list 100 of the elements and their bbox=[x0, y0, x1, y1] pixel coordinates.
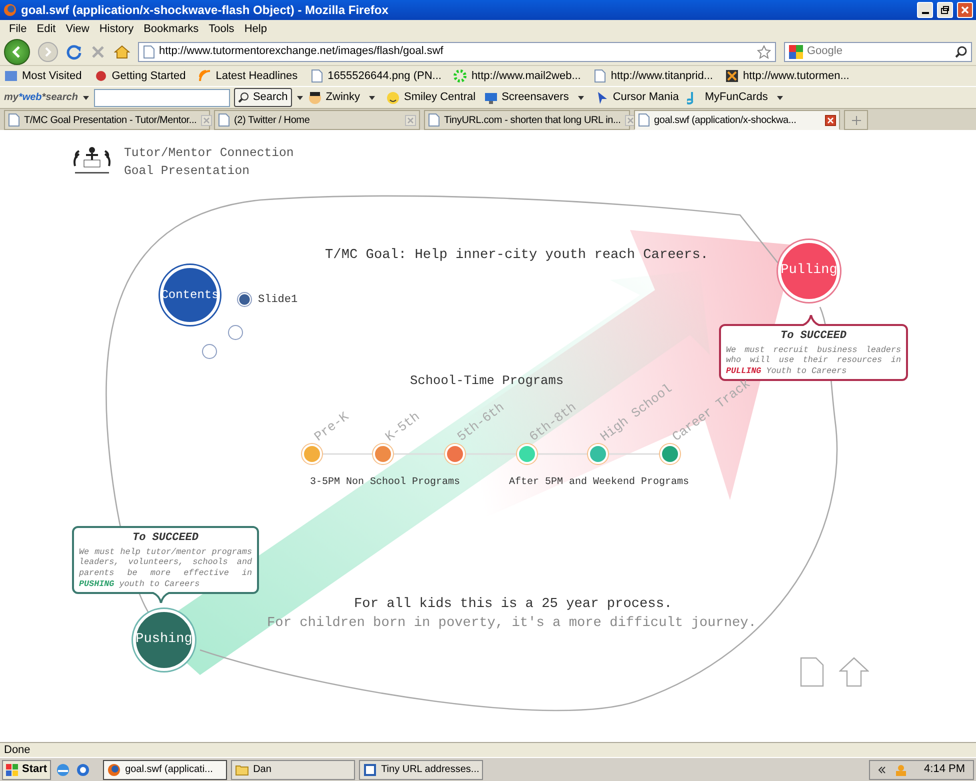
search-input[interactable] bbox=[94, 88, 230, 106]
maximize-button[interactable] bbox=[937, 2, 953, 18]
new-tab-button[interactable] bbox=[844, 110, 868, 130]
bookmark-link[interactable]: Getting Started bbox=[112, 68, 194, 84]
menu-item[interactable]: Tools bbox=[204, 20, 240, 38]
home-icon[interactable] bbox=[114, 44, 130, 60]
callout-title: To SUCCEED bbox=[779, 329, 848, 344]
footer-text: For all kids this is a 25 year process. bbox=[354, 596, 672, 614]
toolbar-link[interactable]: MyFunCards bbox=[704, 89, 768, 106]
status-text: Done bbox=[4, 742, 30, 758]
windows-logo-icon bbox=[6, 764, 18, 776]
bookmark-link[interactable]: 1655526644.png (PN... bbox=[328, 68, 450, 84]
page-icon bbox=[638, 113, 650, 127]
close-button[interactable] bbox=[957, 2, 973, 18]
menu-item[interactable]: Help bbox=[239, 20, 272, 38]
search-box[interactable]: Google bbox=[784, 42, 972, 62]
browser-tab[interactable]: T/MC Goal Presentation - Tutor/Mentor... bbox=[4, 110, 210, 130]
page-icon bbox=[143, 44, 155, 58]
back-button[interactable] bbox=[4, 38, 30, 64]
forward-icon bbox=[43, 46, 53, 56]
bookmark-link[interactable]: http://www.mail2web... bbox=[471, 68, 589, 84]
plus-icon bbox=[852, 116, 860, 124]
header-text: Tutor/Mentor Connection bbox=[124, 145, 294, 162]
stage-dot[interactable] bbox=[588, 444, 608, 464]
start-button[interactable]: Start bbox=[2, 760, 52, 780]
logo-drawing bbox=[71, 146, 113, 176]
page-icon bbox=[218, 113, 230, 127]
toolbar-link[interactable]: Zwinky bbox=[326, 89, 360, 106]
caret-icon[interactable] bbox=[296, 94, 304, 102]
taskbar-button[interactable]: Tiny URL addresses... bbox=[359, 760, 484, 780]
bookmark-icon[interactable] bbox=[724, 69, 739, 83]
toolbar-icon[interactable] bbox=[308, 90, 322, 104]
browser-icon[interactable] bbox=[55, 762, 72, 778]
bookmark-link[interactable]: Latest Headlines bbox=[216, 68, 306, 84]
caret-icon[interactable] bbox=[776, 94, 784, 102]
bookmark-link[interactable]: http://www.tutormen... bbox=[742, 68, 858, 84]
tab-close-button[interactable] bbox=[825, 114, 836, 126]
reload-icon[interactable] bbox=[66, 44, 82, 60]
toolbar-logo: my*web*search bbox=[4, 91, 78, 105]
browser-tab[interactable]: goal.swf (application/x-shockwa... bbox=[634, 110, 840, 130]
minimize-icon bbox=[922, 12, 928, 14]
forward-button[interactable] bbox=[38, 42, 58, 62]
goal-heading: T/MC Goal: Help inner-city youth reach Careers. bbox=[325, 247, 708, 265]
up-arrow-icon[interactable] bbox=[839, 657, 869, 687]
window-title: goal.swf (application/x-shockwave-flash Object) - Mozilla Firefox bbox=[21, 2, 390, 19]
toolbar-link[interactable]: Cursor Mania bbox=[612, 89, 679, 106]
back-icon bbox=[11, 46, 23, 58]
browser-icon bbox=[107, 762, 122, 776]
close-icon bbox=[202, 116, 210, 124]
callout-title: To SUCCEED bbox=[131, 531, 200, 546]
toolbar-link[interactable]: Smiley Central bbox=[404, 89, 476, 106]
menu-item[interactable]: File bbox=[4, 20, 32, 38]
caret-icon[interactable] bbox=[368, 94, 376, 102]
toolbar-icon[interactable] bbox=[386, 90, 400, 104]
expand-icon[interactable] bbox=[878, 766, 886, 774]
bookmark-link[interactable]: Most Visited bbox=[22, 68, 90, 84]
slide-dot[interactable] bbox=[237, 292, 252, 307]
caret-icon[interactable] bbox=[82, 94, 90, 102]
close-icon bbox=[827, 116, 834, 124]
callout-text: We must help tutor/mentor programs leaders, volunteers, schools and parents be more effective in PUSHING youth to Careers bbox=[79, 546, 252, 590]
browser-icon bbox=[3, 3, 17, 17]
minimize-button[interactable] bbox=[917, 2, 933, 18]
stage-dot[interactable] bbox=[517, 444, 537, 464]
slide-label[interactable]: Slide1 bbox=[258, 292, 298, 308]
callout-text: We must recruit business leaders who will use their resources in PULLING Youth to Careers bbox=[726, 344, 901, 378]
search-icon[interactable] bbox=[955, 46, 967, 58]
menu-item[interactable]: View bbox=[60, 20, 94, 38]
close-icon bbox=[960, 5, 970, 15]
page-icon[interactable] bbox=[800, 657, 824, 687]
caret-icon[interactable] bbox=[576, 94, 585, 102]
menu-item[interactable]: Edit bbox=[32, 20, 61, 38]
page-icon bbox=[428, 113, 440, 127]
browser-icon[interactable] bbox=[75, 762, 92, 778]
stop-icon[interactable] bbox=[90, 44, 106, 60]
stage-dot[interactable] bbox=[445, 444, 465, 464]
menu-item[interactable]: Bookmarks bbox=[138, 20, 204, 38]
group-label: 3-5PM Non School Programs bbox=[310, 476, 460, 490]
header-text: Goal Presentation bbox=[124, 163, 250, 180]
stage-dot[interactable] bbox=[373, 444, 393, 464]
stage-dot[interactable] bbox=[660, 444, 680, 464]
bookmark-link[interactable]: http://www.titanprid... bbox=[610, 68, 721, 84]
search-icon bbox=[238, 92, 249, 103]
close-icon bbox=[407, 116, 414, 124]
taskbar-button[interactable]: goal.swf (applicati... bbox=[103, 760, 228, 780]
menu-item[interactable]: History bbox=[94, 20, 139, 38]
toolbar-link[interactable]: Screensavers bbox=[502, 89, 569, 106]
slide-dot[interactable] bbox=[202, 344, 217, 359]
address-field[interactable]: http://www.tutormentorexchange.net/images/flash/goal.swf bbox=[138, 42, 776, 62]
browser-tab[interactable]: (2) Twitter / Home bbox=[214, 110, 420, 130]
group-label: After 5PM and Weekend Programs bbox=[509, 476, 690, 490]
engine-icon[interactable] bbox=[789, 44, 803, 58]
pulling-button[interactable]: Pulling bbox=[778, 240, 840, 302]
page-icon bbox=[8, 113, 20, 127]
taskbar-button[interactable]: Dan bbox=[231, 760, 356, 780]
folder-icon bbox=[235, 762, 250, 776]
stage-dot[interactable] bbox=[302, 444, 322, 464]
star-icon[interactable] bbox=[757, 44, 771, 58]
search-button[interactable]: Search bbox=[234, 88, 292, 107]
pushing-button[interactable]: Pushing bbox=[133, 609, 195, 671]
slide-dot[interactable] bbox=[228, 325, 243, 340]
